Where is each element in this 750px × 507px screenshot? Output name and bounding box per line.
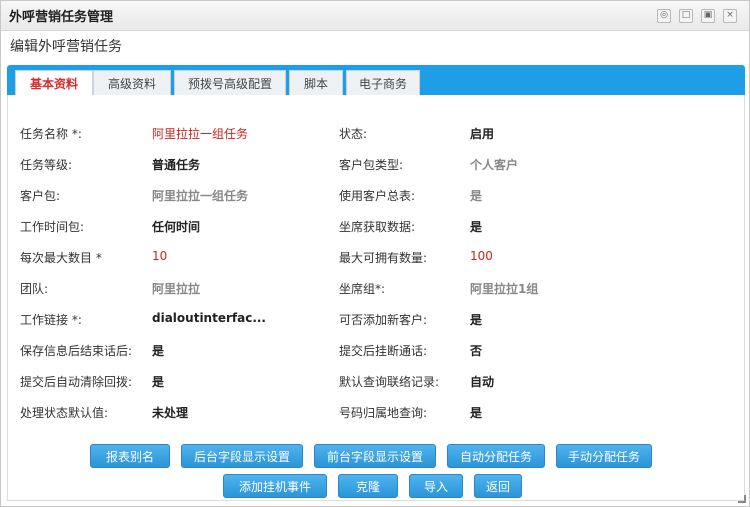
field-row: 处理状态默认值: 未处理 号码归属地查询: 是	[8, 402, 746, 422]
import-button[interactable]: 导入	[409, 474, 463, 498]
field-label: 使用客户总表:	[339, 189, 416, 203]
field-value: 是	[152, 344, 165, 358]
field-value: 阿里拉拉一组任务	[152, 127, 249, 141]
field-value: 普通任务	[152, 158, 201, 172]
field-value: 阿里拉拉	[152, 282, 201, 296]
manual-assign-button[interactable]: 手动分配任务	[556, 444, 652, 468]
title-bar[interactable]: 外呼营销任务管理 ◎ □ ▣ ×	[1, 1, 749, 31]
window-title: 外呼营销任务管理	[9, 10, 114, 25]
field-value: 否	[470, 344, 483, 358]
field-value: 10	[152, 249, 168, 263]
field-value: 未处理	[152, 406, 189, 420]
field-value: 是	[470, 189, 483, 203]
field-value: 是	[470, 406, 483, 420]
clone-button[interactable]: 克隆	[338, 474, 398, 498]
form-panel: 任务名称 *: 阿里拉拉一组任务 状态: 启用 任务等级: 普通任务 客户包类型…	[7, 95, 745, 501]
field-label: 每次最大数目 *	[20, 251, 102, 265]
field-value: 启用	[470, 127, 495, 141]
field-row: 团队: 阿里拉拉 坐席组*: 阿里拉拉1组	[8, 278, 746, 298]
field-value: 100	[470, 249, 493, 263]
field-value: 是	[470, 313, 483, 327]
field-row: 工作时间包: 任何时间 坐席获取数据: 是	[8, 216, 746, 236]
field-row: 工作链接 *: dialoutinterfac... 可否添加新客户: 是	[8, 309, 746, 329]
add-hangup-event-button[interactable]: 添加挂机事件	[223, 474, 327, 498]
tab-basic-info[interactable]: 基本资料	[15, 70, 93, 95]
field-row: 保存信息后结束话后: 是 提交后挂断通话: 否	[8, 340, 746, 360]
page-title: 编辑外呼营销任务	[10, 39, 122, 55]
field-label: 工作时间包:	[20, 220, 85, 234]
frontend-fields-button[interactable]: 前台字段显示设置	[314, 444, 436, 468]
field-label: 坐席获取数据:	[339, 220, 416, 234]
tab-script[interactable]: 脚本	[289, 70, 343, 95]
field-label: 保存信息后结束话后:	[20, 344, 133, 358]
field-label: 坐席组*:	[339, 282, 386, 296]
field-value: 阿里拉拉一组任务	[152, 189, 249, 203]
field-value: 阿里拉拉1组	[470, 282, 539, 296]
field-row: 客户包: 阿里拉拉一组任务 使用客户总表: 是	[8, 185, 746, 205]
field-value: 个人客户	[470, 158, 519, 172]
field-label: 处理状态默认值:	[20, 406, 109, 420]
report-alias-button[interactable]: 报表别名	[90, 444, 170, 468]
tab-bar: 基本资料 高级资料 预拨号高级配置 脚本 电子商务	[7, 65, 745, 95]
field-label: 客户包类型:	[339, 158, 404, 172]
field-row: 任务等级: 普通任务 客户包类型: 个人客户	[8, 154, 746, 174]
field-label: 提交后挂断通话:	[339, 344, 428, 358]
field-label: 工作链接 *:	[20, 313, 82, 327]
field-label: 可否添加新客户:	[339, 313, 428, 327]
tab-predial-config[interactable]: 预拨号高级配置	[174, 70, 286, 95]
resize-handle-icon[interactable]	[738, 495, 746, 503]
maximize-icon[interactable]: □	[679, 8, 693, 23]
field-label: 最大可拥有数量:	[339, 251, 428, 265]
field-value: 是	[152, 375, 165, 389]
minimize-icon[interactable]: ◎	[657, 8, 671, 23]
field-label: 号码归属地查询:	[339, 406, 428, 420]
field-label: 默认查询联络记录:	[339, 375, 440, 389]
auto-assign-button[interactable]: 自动分配任务	[447, 444, 545, 468]
field-value: dialoutinterfac...	[152, 311, 266, 325]
restore-icon[interactable]: ▣	[701, 8, 715, 23]
field-label: 任务等级:	[20, 158, 73, 172]
tab-ecommerce[interactable]: 电子商务	[346, 70, 420, 95]
close-icon[interactable]: ×	[723, 8, 737, 23]
field-label: 任务名称 *:	[20, 127, 82, 141]
field-value: 是	[470, 220, 483, 234]
field-label: 状态:	[339, 127, 368, 141]
field-label: 客户包:	[20, 189, 61, 203]
backend-fields-button[interactable]: 后台字段显示设置	[181, 444, 303, 468]
field-value: 自动	[470, 375, 495, 389]
field-row: 提交后自动清除回拨: 是 默认查询联络记录: 自动	[8, 371, 746, 391]
tab-advanced-info[interactable]: 高级资料	[93, 70, 171, 95]
window-controls: ◎ □ ▣ ×	[657, 8, 749, 23]
back-button[interactable]: 返回	[474, 474, 522, 498]
dialog-window: 外呼营销任务管理 ◎ □ ▣ × 编辑外呼营销任务 基本资料 高级资料 预拨号高…	[0, 0, 750, 507]
field-label: 提交后自动清除回拨:	[20, 375, 133, 389]
field-row: 任务名称 *: 阿里拉拉一组任务 状态: 启用	[8, 123, 746, 143]
field-row: 每次最大数目 * 10 最大可拥有数量: 100	[8, 247, 746, 267]
field-label: 团队:	[20, 282, 49, 296]
field-value: 任何时间	[152, 220, 201, 234]
